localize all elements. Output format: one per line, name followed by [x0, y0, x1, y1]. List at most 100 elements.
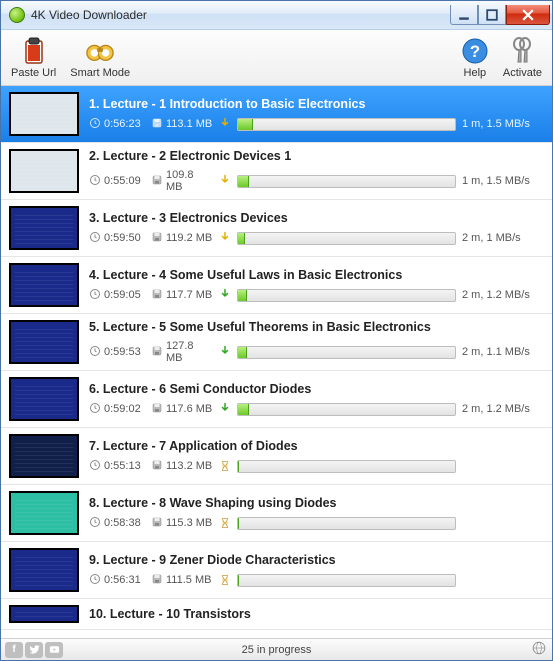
item-meta: 0:59:02117.6 MB2 m, 1.2 MB/s	[89, 402, 544, 417]
smart-mode-button[interactable]: Smart Mode	[70, 37, 130, 79]
item-meta: 0:55:09 109.8 MB 1 m, 1.5 MB/s	[89, 169, 544, 193]
title-bar[interactable]: 4K Video Downloader	[1, 1, 552, 30]
filesize: 111.5 MB	[151, 573, 213, 588]
item-body: 10. Lecture - 10 Transistors	[89, 605, 544, 623]
clock-icon	[89, 573, 101, 588]
help-button[interactable]: ? Help	[461, 37, 489, 79]
clipboard-icon	[20, 37, 48, 65]
video-thumbnail	[9, 92, 79, 136]
clock-icon	[89, 345, 101, 360]
list-item[interactable]: 9. Lecture - 9 Zener Diode Characteristi…	[1, 542, 552, 599]
maximize-button[interactable]	[478, 5, 506, 25]
filesize: 113.1 MB	[151, 117, 213, 132]
item-body: 4. Lecture - 4 Some Useful Laws in Basic…	[89, 263, 544, 307]
globe-icon[interactable]	[532, 641, 546, 658]
activate-label: Activate	[503, 67, 542, 79]
item-title: 3. Lecture - 3 Electronics Devices	[89, 211, 544, 225]
item-title: 7. Lecture - 7 Application of Diodes	[89, 439, 544, 453]
filesize: 109.8 MB	[151, 169, 213, 193]
list-item[interactable]: 5. Lecture - 5 Some Useful Theorems in B…	[1, 314, 552, 371]
list-item[interactable]: 3. Lecture - 3 Electronics Devices 0:59:5…	[1, 200, 552, 257]
item-body: 1. Lecture - 1 Introduction to Basic Ele…	[89, 92, 544, 136]
item-meta: 0:59:50119.2 MB2 m, 1 MB/s	[89, 231, 544, 246]
toolbar: Paste Url Smart Mode ? Help Activate	[1, 30, 552, 86]
duration: 0:59:50	[89, 231, 145, 246]
video-thumbnail	[9, 149, 79, 193]
speed-text: 1 m, 1.5 MB/s	[462, 175, 544, 187]
minimize-button[interactable]	[450, 5, 478, 25]
filesize: 117.7 MB	[151, 288, 213, 303]
item-title: 1. Lecture - 1 Introduction to Basic Ele…	[89, 97, 544, 111]
keys-icon	[508, 37, 536, 65]
disk-icon	[151, 231, 163, 246]
video-thumbnail	[9, 605, 79, 623]
app-icon	[9, 7, 25, 23]
disk-icon	[151, 117, 163, 132]
duration: 0:55:13	[89, 459, 145, 474]
progress-bar	[237, 289, 456, 302]
speed-text: 2 m, 1.2 MB/s	[462, 403, 544, 415]
progress-bar	[237, 346, 456, 359]
clock-icon	[89, 459, 101, 474]
close-button[interactable]	[506, 5, 550, 25]
item-meta: 0:59:53127.8 MB2 m, 1.1 MB/s	[89, 340, 544, 364]
clock-icon	[89, 174, 101, 189]
clock-icon	[89, 231, 101, 246]
item-body: 2. Lecture - 2 Electronic Devices 1 0:55:…	[89, 149, 544, 193]
hourglass-icon	[219, 574, 231, 586]
disk-icon	[151, 174, 163, 189]
list-item[interactable]: 10. Lecture - 10 Transistors	[1, 599, 552, 630]
video-thumbnail	[9, 320, 79, 364]
item-body: 9. Lecture - 9 Zener Diode Characteristi…	[89, 548, 544, 592]
disk-icon	[151, 516, 163, 531]
progress-bar	[237, 232, 456, 245]
item-meta: 0:56:31 111.5 MB	[89, 573, 544, 588]
progress-bar	[237, 460, 456, 473]
facebook-icon[interactable]: f	[5, 642, 23, 658]
video-thumbnail	[9, 491, 79, 535]
filesize: 115.3 MB	[151, 516, 213, 531]
duration: 0:56:23	[89, 117, 145, 132]
youtube-icon[interactable]	[45, 642, 63, 658]
duration: 0:56:31	[89, 573, 145, 588]
progress-bar	[237, 574, 456, 587]
list-item[interactable]: 6. Lecture - 6 Semi Conductor Diodes0:59…	[1, 371, 552, 428]
list-item[interactable]: 1. Lecture - 1 Introduction to Basic Ele…	[1, 86, 552, 143]
duration: 0:55:09	[89, 174, 145, 189]
app-window: 4K Video Downloader Paste Url Smart Mode	[0, 0, 553, 661]
item-body: 7. Lecture - 7 Application of Diodes 0:55…	[89, 434, 544, 478]
hourglass-icon	[219, 460, 231, 472]
item-meta: 0:58:38115.3 MB	[89, 516, 544, 531]
list-item[interactable]: 8. Lecture - 8 Wave Shaping using Diodes…	[1, 485, 552, 542]
svg-text:?: ?	[470, 42, 480, 61]
clock-icon	[89, 117, 101, 132]
item-meta: 0:56:23 113.1 MB 1 m, 1.5 MB/s	[89, 117, 544, 132]
list-item[interactable]: 4. Lecture - 4 Some Useful Laws in Basic…	[1, 257, 552, 314]
video-thumbnail	[9, 377, 79, 421]
status-bar: f 25 in progress	[1, 638, 552, 660]
filesize: 117.6 MB	[151, 402, 213, 417]
item-body: 6. Lecture - 6 Semi Conductor Diodes0:59…	[89, 377, 544, 421]
item-body: 3. Lecture - 3 Electronics Devices 0:59:5…	[89, 206, 544, 250]
twitter-icon[interactable]	[25, 642, 43, 658]
video-thumbnail	[9, 206, 79, 250]
paste-url-button[interactable]: Paste Url	[11, 37, 56, 79]
disk-icon	[151, 345, 163, 360]
list-item[interactable]: 2. Lecture - 2 Electronic Devices 1 0:55:…	[1, 143, 552, 200]
speed-text: 2 m, 1 MB/s	[462, 232, 544, 244]
help-label: Help	[464, 67, 487, 79]
video-thumbnail	[9, 548, 79, 592]
disk-icon	[151, 573, 163, 588]
download-list[interactable]: 1. Lecture - 1 Introduction to Basic Ele…	[1, 86, 552, 638]
disk-icon	[151, 459, 163, 474]
item-title: 2. Lecture - 2 Electronic Devices 1	[89, 149, 544, 163]
download-arrow-icon	[219, 288, 231, 303]
item-title: 6. Lecture - 6 Semi Conductor Diodes	[89, 382, 544, 396]
speed-text: 1 m, 1.5 MB/s	[462, 118, 544, 130]
filesize: 113.2 MB	[151, 459, 213, 474]
item-body: 5. Lecture - 5 Some Useful Theorems in B…	[89, 320, 544, 364]
duration: 0:59:53	[89, 345, 145, 360]
list-item[interactable]: 7. Lecture - 7 Application of Diodes 0:55…	[1, 428, 552, 485]
activate-button[interactable]: Activate	[503, 37, 542, 79]
binoculars-icon	[86, 37, 114, 65]
